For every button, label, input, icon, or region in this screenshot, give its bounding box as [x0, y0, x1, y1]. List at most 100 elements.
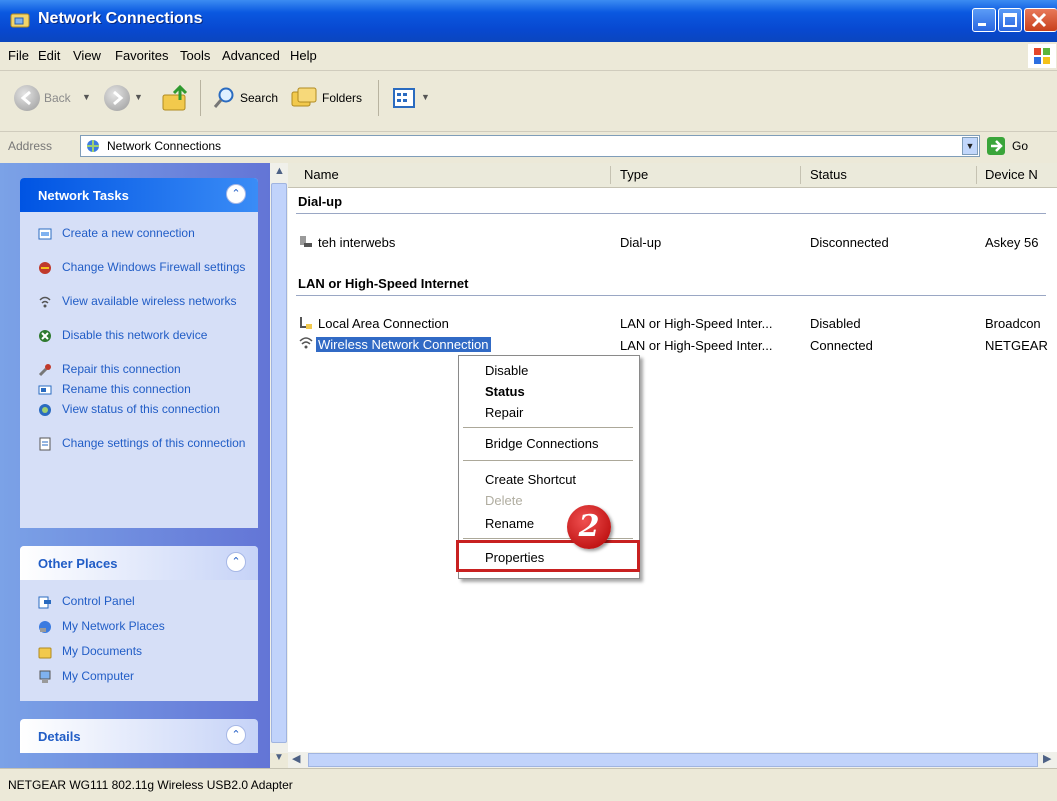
column-status[interactable]: Status: [810, 167, 847, 182]
standard-toolbar: [0, 71, 1057, 132]
task-change-settings[interactable]: Change settings of this connection: [39, 436, 250, 451]
column-type[interactable]: Type: [620, 167, 648, 182]
back-button-label[interactable]: Back: [44, 91, 71, 105]
place-my-network-places[interactable]: My Network Places: [39, 619, 250, 633]
status-icon: [39, 404, 51, 416]
firewall-icon: [39, 262, 51, 274]
toolbar-separator: [200, 80, 201, 116]
search-icon[interactable]: [212, 86, 236, 110]
other-places-header[interactable]: Other Places ⌃: [20, 546, 258, 580]
row-type: LAN or High-Speed Inter...: [620, 338, 773, 353]
task-view-status[interactable]: View status of this connection: [39, 402, 250, 416]
title-bar[interactable]: Network Connections: [0, 0, 1057, 42]
place-my-computer[interactable]: My Computer: [39, 669, 250, 683]
network-folder-icon: [10, 13, 30, 28]
address-dropdown-icon[interactable]: ▼: [962, 137, 978, 155]
task-repair-connection[interactable]: Repair this connection: [38, 362, 250, 377]
group-divider: [296, 295, 1046, 296]
connections-list: Name Type Status Device N Dial-up teh in…: [288, 163, 1057, 768]
folders-button-label[interactable]: Folders: [322, 91, 362, 105]
views-icon[interactable]: [392, 86, 418, 110]
menu-item-create-shortcut[interactable]: Create Shortcut: [485, 472, 576, 487]
my-documents-icon: [38, 647, 52, 659]
scroll-down-icon[interactable]: ▼: [274, 752, 284, 763]
collapse-chevron-icon[interactable]: ⌃: [226, 725, 246, 745]
place-my-documents[interactable]: My Documents: [38, 644, 250, 659]
scroll-up-icon[interactable]: ▲: [274, 165, 285, 177]
network-tasks-header[interactable]: Network Tasks ⌃: [20, 178, 258, 212]
menu-help[interactable]: Help: [290, 48, 317, 63]
status-text: NETGEAR WG111 802.11g Wireless USB2.0 Ad…: [8, 778, 293, 792]
up-folder-icon[interactable]: [160, 84, 190, 114]
row-type: LAN or High-Speed Inter...: [620, 316, 773, 331]
column-name[interactable]: Name: [304, 167, 339, 182]
menu-advanced[interactable]: Advanced: [222, 48, 280, 63]
go-arrow-icon[interactable]: [986, 136, 1006, 156]
minimize-icon: [978, 23, 986, 26]
column-device[interactable]: Device N: [985, 167, 1038, 182]
forward-dropdown-icon[interactable]: ▼: [134, 92, 143, 102]
menu-file[interactable]: File: [8, 48, 29, 63]
other-places-panel: Other Places ⌃ Control Panel My Network …: [20, 546, 258, 701]
network-places-icon: [39, 621, 51, 633]
disable-device-icon: [39, 330, 51, 342]
search-button-label[interactable]: Search: [240, 91, 278, 105]
scroll-left-icon[interactable]: ◀: [292, 752, 300, 765]
network-tasks-panel: Network Tasks ⌃ Create a new connection …: [20, 178, 258, 528]
task-view-wireless[interactable]: View available wireless networks: [39, 294, 250, 308]
collapse-chevron-icon[interactable]: ⌃: [226, 552, 246, 572]
column-divider[interactable]: [610, 166, 611, 184]
collapse-chevron-icon[interactable]: ⌃: [226, 184, 246, 204]
menu-favorites[interactable]: Favorites: [115, 48, 168, 63]
minimize-button[interactable]: [972, 8, 996, 32]
menu-tools[interactable]: Tools: [180, 48, 210, 63]
column-divider[interactable]: [800, 166, 801, 184]
go-button-label[interactable]: Go: [1012, 139, 1028, 153]
address-label: Address: [8, 139, 53, 153]
details-header[interactable]: Details ⌃: [20, 719, 258, 753]
task-create-connection[interactable]: Create a new connection: [38, 226, 250, 240]
task-pane-scrollbar[interactable]: ▲: [270, 163, 288, 753]
address-field[interactable]: Network Connections: [80, 135, 980, 157]
network-tasks-title: Network Tasks: [38, 188, 129, 203]
task-rename-connection[interactable]: Rename this connection: [38, 382, 250, 396]
task-firewall-settings[interactable]: Change Windows Firewall settings: [39, 260, 250, 274]
new-connection-icon: [38, 228, 52, 240]
maximize-icon: [1003, 13, 1017, 27]
task-disable-device[interactable]: Disable this network device: [39, 328, 250, 342]
back-arrow-icon[interactable]: [14, 85, 40, 111]
row-status: Disconnected: [810, 235, 889, 250]
scroll-right-icon[interactable]: ▶: [1043, 752, 1051, 765]
menu-item-status[interactable]: Status: [485, 384, 525, 399]
windows-logo-icon: [1028, 44, 1056, 68]
horizontal-scrollbar[interactable]: ▼ ◀ ▶: [274, 752, 1057, 768]
menu-edit[interactable]: Edit: [38, 48, 60, 63]
menu-item-rename[interactable]: Rename: [485, 516, 534, 531]
group-dialup: Dial-up: [298, 194, 343, 209]
step-callout-badge: 2: [567, 505, 611, 549]
row-name: Wireless Network Connection: [316, 337, 491, 352]
menu-item-bridge-connections[interactable]: Bridge Connections: [485, 436, 598, 451]
status-bar: NETGEAR WG111 802.11g Wireless USB2.0 Ad…: [0, 768, 1057, 801]
details-panel: Details ⌃: [20, 719, 258, 768]
row-name: teh interwebs: [318, 235, 396, 250]
row-device: Broadcon: [985, 316, 1041, 331]
close-icon: [1031, 12, 1047, 28]
column-divider[interactable]: [976, 166, 977, 184]
menu-item-repair[interactable]: Repair: [485, 405, 523, 420]
menu-item-disable[interactable]: Disable: [485, 363, 528, 378]
wireless-icon: [39, 296, 51, 308]
close-button[interactable]: [1024, 8, 1057, 32]
forward-arrow-icon[interactable]: [104, 85, 130, 111]
task-pane-scroll-thumb[interactable]: [271, 183, 287, 743]
back-dropdown-icon[interactable]: ▼: [82, 92, 91, 102]
menu-view[interactable]: View: [73, 48, 101, 63]
folders-icon[interactable]: [290, 86, 318, 110]
dialup-connection-icon: [300, 236, 312, 247]
maximize-button[interactable]: [998, 8, 1022, 32]
window-title: Network Connections: [38, 10, 203, 27]
place-control-panel[interactable]: Control Panel: [38, 594, 250, 609]
horizontal-scroll-thumb[interactable]: [308, 753, 1038, 767]
views-dropdown-icon[interactable]: ▼: [421, 92, 430, 102]
my-computer-icon: [39, 670, 51, 683]
